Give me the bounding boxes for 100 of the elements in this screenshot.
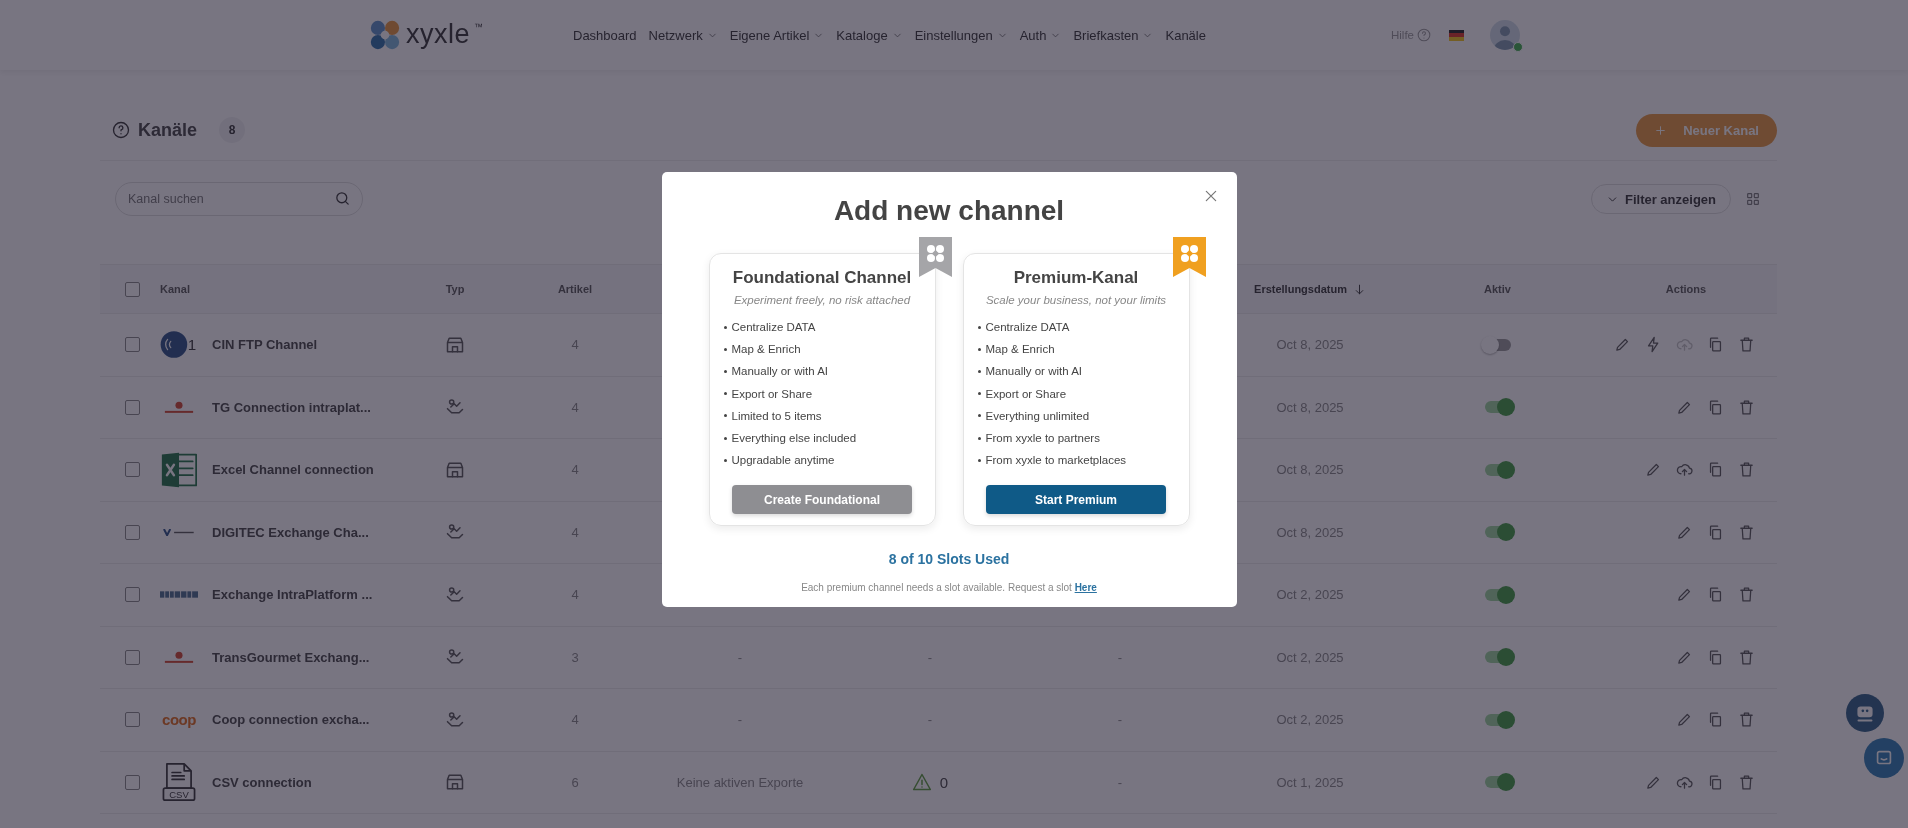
cloud-upload-icon[interactable]	[1676, 461, 1693, 479]
page-title: Kanäle	[138, 119, 198, 141]
column-header[interactable]: Erstellungsdatum	[1254, 282, 1366, 296]
warning-icon	[911, 772, 932, 793]
table-cell: -	[927, 712, 933, 728]
row-checkbox[interactable]	[124, 774, 140, 790]
feature-item: Everything else included	[731, 432, 857, 445]
copy-icon[interactable]	[1707, 648, 1724, 666]
nav-menu-item[interactable]: Auth	[1019, 25, 1062, 45]
slots-used-text: 8 of 10 Slots Used	[888, 551, 1010, 567]
bullet-dot	[977, 436, 981, 440]
trash-icon[interactable]	[1738, 711, 1755, 729]
emblem-logo-icon	[162, 401, 196, 414]
trash-icon[interactable]	[1738, 648, 1755, 666]
toggle-switch[interactable]	[1484, 338, 1511, 351]
new-channel-button[interactable]: Neuer Kanal	[1636, 113, 1777, 147]
spreadsheet-logo-icon	[161, 451, 197, 488]
slot-note: Each premium channel needs a slot available. Request a slot Here	[801, 582, 1097, 593]
channel-name[interactable]: DIGITEC Exchange Cha...	[212, 524, 369, 540]
channel-name[interactable]: CIN FTP Channel	[212, 337, 318, 353]
row-checkbox[interactable]	[124, 587, 140, 603]
nav-menu-item[interactable]: Briefkasten	[1073, 25, 1154, 45]
user-avatar[interactable]	[1490, 20, 1520, 50]
plan-tagline: Scale your business, not your limits	[985, 294, 1167, 306]
bullet-dot	[723, 436, 727, 440]
feature-item: Everything unlimited	[985, 409, 1090, 422]
copy-icon[interactable]	[1707, 711, 1724, 729]
feature-item: Map & Enrich	[985, 343, 1055, 356]
channel-name[interactable]: TG Connection intraplat...	[212, 399, 371, 415]
channel-name[interactable]: Excel Channel connection	[212, 462, 374, 478]
copy-icon[interactable]	[1707, 523, 1724, 541]
column-header[interactable]: Aktiv	[1484, 283, 1511, 295]
select-all-checkbox[interactable]	[124, 281, 140, 297]
nav-menu-item[interactable]: Kataloge	[836, 25, 903, 45]
copy-icon[interactable]	[1707, 773, 1724, 791]
german-flag-icon[interactable]	[1449, 29, 1464, 41]
bullet-dot	[723, 369, 727, 373]
trash-icon[interactable]	[1738, 398, 1755, 416]
trademark-mark: ™	[474, 22, 483, 32]
grid-view-icon[interactable]	[1745, 191, 1761, 207]
filter-button[interactable]: Filter anzeigen	[1590, 184, 1731, 214]
feature-item: Manually or with AI	[731, 365, 828, 378]
copy-icon[interactable]	[1707, 398, 1724, 416]
trash-icon[interactable]	[1738, 523, 1755, 541]
brand-logo: coop	[161, 711, 197, 729]
row-checkbox[interactable]	[124, 399, 140, 415]
pencil-icon[interactable]	[1676, 586, 1693, 604]
logo-icon	[368, 18, 402, 52]
pencil-icon[interactable]	[1645, 461, 1662, 479]
logo-text[interactable]: xyxle	[406, 18, 470, 50]
search-icon	[334, 190, 351, 207]
row-checkbox[interactable]	[124, 462, 140, 478]
copy-icon[interactable]	[1707, 461, 1724, 479]
column-header[interactable]: Artikel	[557, 283, 593, 295]
column-header[interactable]: Typ	[445, 283, 465, 295]
chat-button[interactable]	[1864, 738, 1904, 778]
row-checkbox[interactable]	[124, 649, 140, 665]
table-cell: 0	[939, 773, 949, 791]
feature-item: Centralize DATA	[985, 321, 1070, 334]
table-cell: -	[1117, 649, 1123, 665]
column-header[interactable]: Kanal	[160, 283, 190, 295]
trash-icon[interactable]	[1738, 773, 1755, 791]
nav-menu-item[interactable]: Eigene Artikel	[729, 25, 825, 45]
emblem-logo-icon	[162, 651, 196, 664]
row-checkbox[interactable]	[124, 712, 140, 728]
plan-name: Foundational Channel	[732, 268, 912, 288]
small-logo-icon	[162, 528, 196, 536]
plus-icon	[1654, 123, 1668, 137]
nav-menu-item[interactable]: Dashboard	[573, 25, 637, 45]
bullet-dot	[723, 325, 727, 329]
help-icon[interactable]	[112, 121, 130, 139]
plan-button[interactable]: Start Premium	[986, 485, 1166, 515]
plan-name: Premium-Kanal	[1013, 268, 1139, 288]
channel-name[interactable]: TransGourmet Exchang...	[212, 649, 370, 665]
feature-item: Export or Share	[985, 387, 1067, 400]
pencil-icon[interactable]	[1676, 711, 1693, 729]
feature-item: Limited to 5 items	[731, 409, 822, 422]
channel-name[interactable]: CSV connection	[212, 774, 312, 790]
trash-icon[interactable]	[1738, 586, 1755, 604]
channel-name[interactable]: Coop connection excha...	[212, 712, 370, 728]
row-checkbox[interactable]	[124, 524, 140, 540]
copy-icon[interactable]	[1707, 336, 1724, 354]
trash-icon[interactable]	[1738, 336, 1755, 354]
hand-exchange-icon	[445, 709, 465, 730]
channel-name[interactable]: Exchange IntraPlatform ...	[212, 587, 373, 603]
copy-icon[interactable]	[1707, 586, 1724, 604]
pencil-icon[interactable]	[1614, 336, 1631, 354]
plan-tagline: Experiment freely, no risk attached	[733, 294, 911, 306]
column-header[interactable]: Actions	[1665, 283, 1707, 295]
request-slot-link[interactable]: Here	[1074, 582, 1097, 593]
nav-menu-item[interactable]: Einstellungen	[914, 25, 1008, 45]
feature-item: Upgradable anytime	[731, 454, 835, 467]
robot-assistant-button[interactable]	[1846, 694, 1884, 732]
row-checkbox[interactable]	[124, 337, 140, 353]
nav-menu-item[interactable]: Kanäle	[1165, 25, 1206, 45]
dialog-title: Add new channel	[833, 194, 1065, 228]
nav-menu-item[interactable]: Netzwerk	[648, 25, 718, 45]
trash-icon[interactable]	[1738, 461, 1755, 479]
feature-item: From xyxle to partners	[985, 432, 1100, 445]
plan-button[interactable]: Create Foundational	[732, 485, 912, 515]
